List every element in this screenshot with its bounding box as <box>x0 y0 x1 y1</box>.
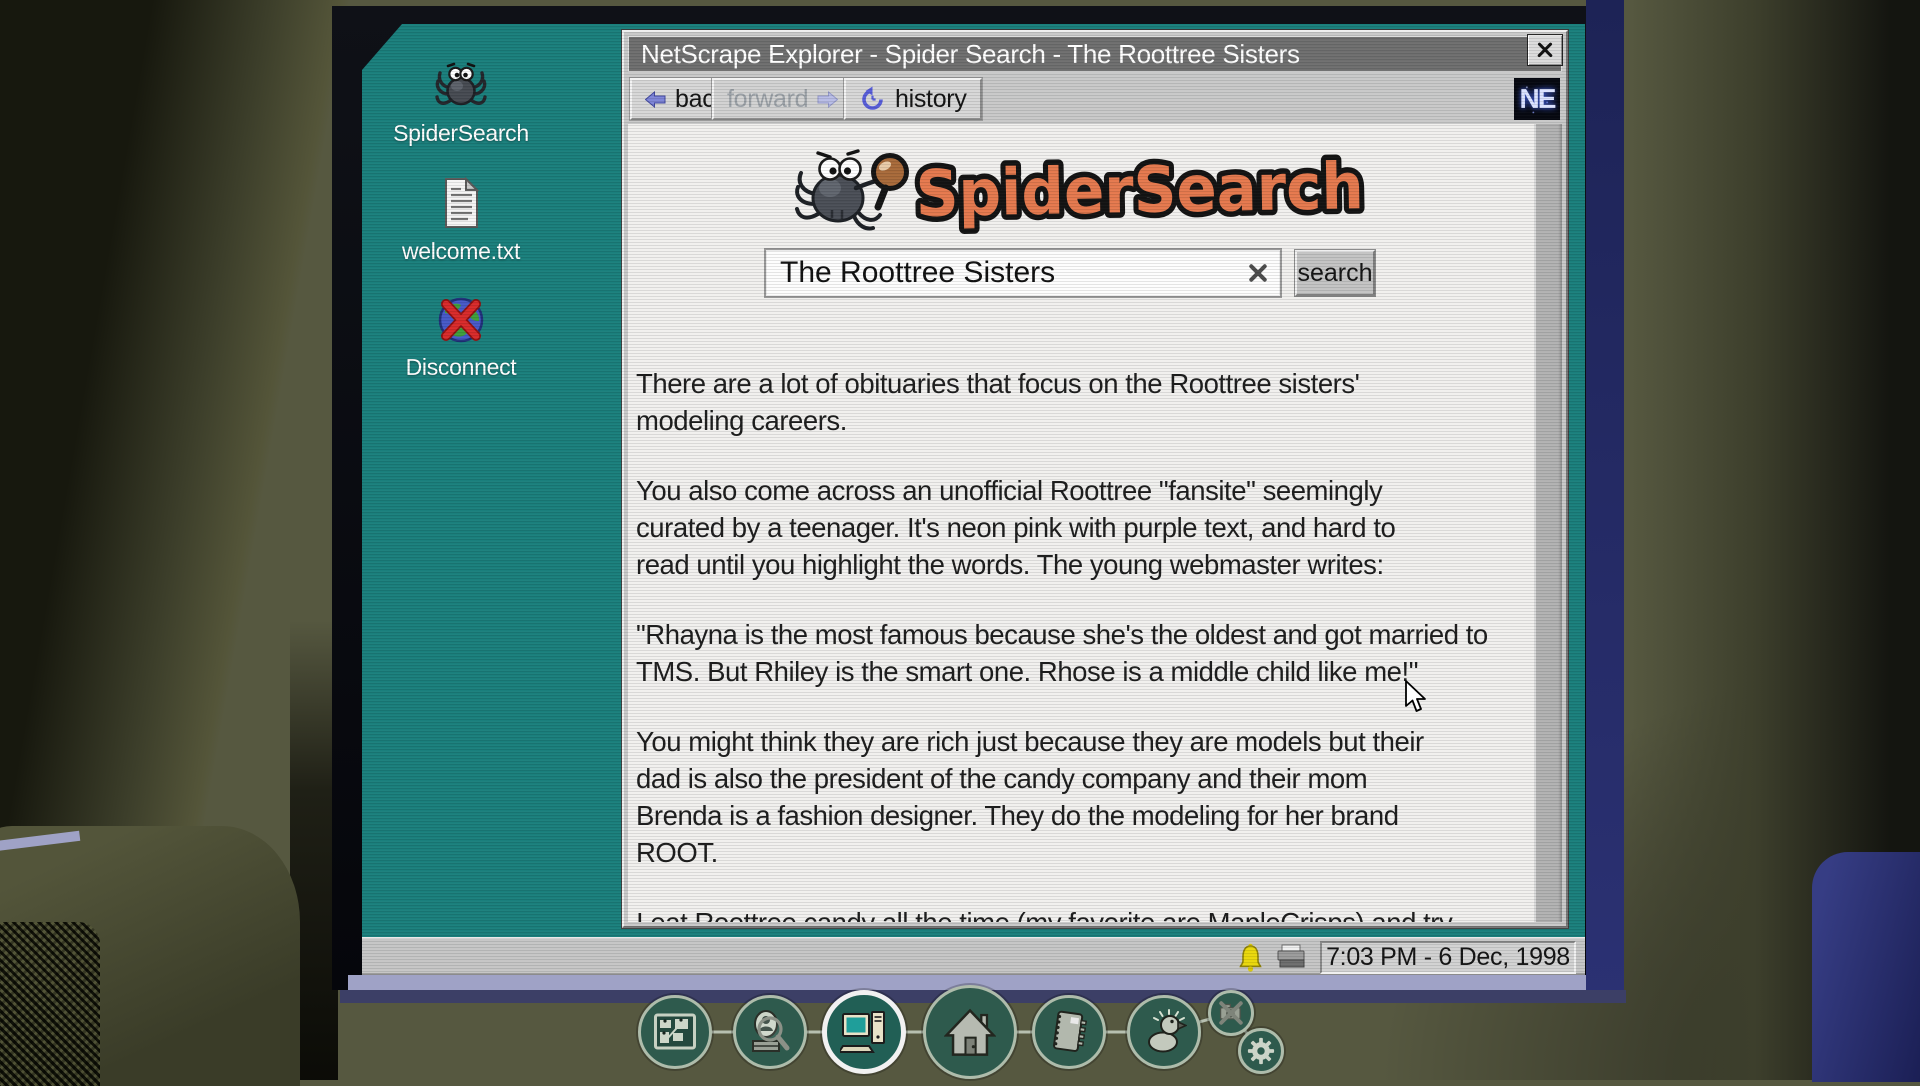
spidersearch-logo-text: SpiderSearch <box>912 145 1370 236</box>
search-input-value: The Roottree Sisters <box>780 256 1056 289</box>
office-chair <box>1812 852 1920 1082</box>
forward-button[interactable]: forward <box>712 78 854 120</box>
desktop-icon-label: welcome.txt <box>401 238 521 264</box>
desktop-icon-spidersearch[interactable]: SpiderSearch <box>386 58 536 147</box>
search-input[interactable]: The Roottree Sisters <box>764 248 1282 298</box>
window-titlebar[interactable]: NetScrape Explorer - Spider Search - The… <box>628 36 1562 72</box>
dock-computer-button[interactable] <box>822 990 906 1074</box>
game-scene: SpiderSearch welcome.txt Disconnect NetS… <box>0 0 1920 1086</box>
vertical-scrollbar[interactable] <box>1534 124 1562 922</box>
globe-disconnect-icon <box>386 292 536 346</box>
computer-icon <box>840 1011 885 1053</box>
printer-icon <box>1274 943 1308 971</box>
spider-magnifier-icon <box>795 149 909 231</box>
forward-button-label: forward <box>727 84 809 113</box>
clock: 7:03 PM - 6 Dec, 1998 <box>1320 940 1576 974</box>
desktop-icon-disconnect[interactable]: Disconnect <box>386 292 536 381</box>
desktop-icon-welcome-txt[interactable]: welcome.txt <box>386 176 536 265</box>
text-file-icon <box>386 176 536 230</box>
desktop-icon-label: Disconnect <box>405 354 517 380</box>
browser-window: NetScrape Explorer - Spider Search - The… <box>622 30 1568 928</box>
search-results-text: There are a lot of obituaries that focus… <box>636 368 1488 922</box>
detective-search-icon <box>752 1010 790 1052</box>
spidersearch-logo: SpiderSearch <box>628 136 1536 240</box>
bell-icon <box>1237 942 1264 972</box>
forward-arrow-icon <box>817 90 839 108</box>
dock-evidence-board-button[interactable] <box>638 995 712 1069</box>
search-button[interactable]: search <box>1295 250 1375 296</box>
svg-text:SpiderSearch: SpiderSearch <box>915 150 1364 232</box>
search-button-label: search <box>1297 258 1373 287</box>
close-x-icon <box>1536 41 1554 59</box>
home-icon <box>944 1008 996 1056</box>
dock-home-button[interactable] <box>923 985 1017 1079</box>
speaker-mesh <box>0 922 100 1086</box>
spider-icon <box>386 58 536 112</box>
monitor-screen: SpiderSearch welcome.txt Disconnect NetS… <box>362 24 1585 975</box>
evidence-board-icon <box>654 1013 696 1050</box>
monitor-bezel-right <box>1586 0 1624 1000</box>
clock-text: 7:03 PM - 6 Dec, 1998 <box>1326 942 1570 971</box>
dock-notebook-button[interactable] <box>1032 995 1106 1069</box>
desk-speaker <box>0 826 300 1086</box>
status-bar: 7:03 PM - 6 Dec, 1998 <box>362 937 1585 975</box>
duck-hint-icon <box>1148 1009 1187 1053</box>
clear-x-icon[interactable] <box>1246 261 1270 285</box>
browser-brand-badge: NE <box>1514 78 1560 120</box>
page-content: SpiderSearch The Roottree Sisters search… <box>628 124 1562 922</box>
settings-gear-icon <box>1247 1037 1275 1065</box>
dock-camera-disabled-button[interactable] <box>1208 990 1254 1036</box>
search-bar: The Roottree Sisters search <box>764 248 1375 298</box>
desktop-icon-label: SpiderSearch <box>393 120 529 146</box>
window-title: NetScrape Explorer - Spider Search - The… <box>641 39 1300 69</box>
camera-disabled-icon <box>1219 1001 1243 1025</box>
dock-settings-button[interactable] <box>1238 1028 1284 1074</box>
history-button-label: history <box>895 84 967 113</box>
brand-badge-text: NE <box>1519 83 1557 114</box>
dock-detective-search-button[interactable] <box>733 995 807 1069</box>
history-icon <box>862 86 883 110</box>
close-button[interactable] <box>1527 34 1563 66</box>
history-button[interactable]: history <box>844 78 982 120</box>
dock-duck-hint-button[interactable] <box>1127 995 1201 1069</box>
mouse-cursor <box>1404 680 1430 719</box>
back-arrow-icon <box>645 90 666 108</box>
notebook-icon <box>1053 1010 1087 1052</box>
